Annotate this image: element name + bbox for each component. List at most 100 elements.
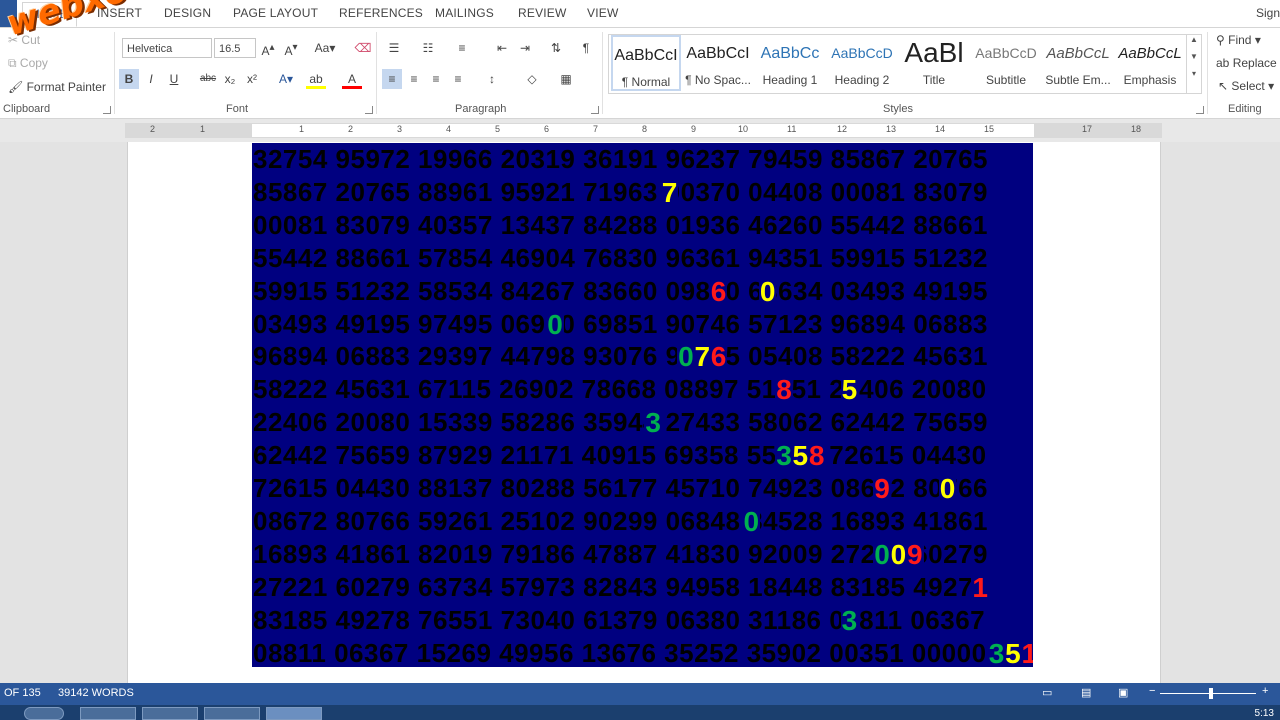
ruler-number: 6 <box>544 124 550 134</box>
style-subtle-emphasis[interactable]: AaBbCcL Subtle Em... <box>1043 35 1113 91</box>
more-icon[interactable]: ▾ <box>1187 69 1201 78</box>
highlighted-digit: 3 <box>987 636 1006 667</box>
underline-button[interactable]: U <box>164 69 184 89</box>
align-center-icon[interactable]: ≡ <box>404 69 424 89</box>
zoom-thumb[interactable] <box>1209 688 1213 699</box>
find-button[interactable]: ⚲ Find ▾ <box>1216 33 1261 47</box>
clipboard-launcher[interactable] <box>103 106 111 114</box>
style-emphasis[interactable]: AaBbCcL Emphasis <box>1115 35 1185 91</box>
multilevel-list-icon[interactable]: ≡ <box>452 38 472 58</box>
ruler-number: 2 <box>348 124 354 134</box>
style-heading-2[interactable]: AaBbCcD Heading 2 <box>827 35 897 91</box>
pilcrow-icon[interactable]: ¶ <box>576 38 596 58</box>
ruler-number: 7 <box>593 124 599 134</box>
shrink-font-button[interactable]: A▾ <box>281 38 301 58</box>
font-name-box[interactable]: Helvetica <box>122 38 212 58</box>
tab-references[interactable]: REFERENCES <box>339 6 423 20</box>
clipboard-group-label: Clipboard <box>3 103 51 115</box>
align-left-icon[interactable]: ≡ <box>382 69 402 89</box>
app-icon[interactable] <box>142 707 198 720</box>
italic-button[interactable]: I <box>141 69 161 89</box>
style-preview: AaBbCcD <box>831 45 893 61</box>
bold-button[interactable]: B <box>119 69 139 89</box>
align-right-icon[interactable]: ≡ <box>426 69 446 89</box>
borders-icon[interactable]: ▦ <box>556 69 576 89</box>
page-count[interactable]: OF 135 <box>4 687 41 699</box>
grid-row: 85867 20765 88961 95921 71963 00370 0440… <box>253 176 988 207</box>
zoom-out-icon[interactable]: − <box>1149 685 1155 697</box>
highlight-icon[interactable]: ab <box>306 69 326 89</box>
bullets-icon[interactable]: ☰ <box>384 38 404 58</box>
copy-button[interactable]: ⧉ Copy <box>8 56 48 71</box>
subscript-button[interactable]: x₂ <box>220 69 240 89</box>
style-normal[interactable]: AaBbCcI ¶ Normal <box>611 35 681 91</box>
explorer-icon[interactable] <box>80 707 136 720</box>
superscript-button[interactable]: x² <box>242 69 262 89</box>
style-heading-1[interactable]: AaBbCc Heading 1 <box>755 35 825 91</box>
ribbon: ✂ Cut ⧉ Copy 🖌 Format Painter Clipboard … <box>0 28 1280 119</box>
select-button[interactable]: ↖ Select ▾ <box>1218 79 1274 93</box>
replace-icon: ab <box>1216 56 1230 70</box>
web-layout-icon[interactable]: ▣ <box>1118 686 1128 699</box>
styles-scroll[interactable]: ▲ ▼ ▾ <box>1186 34 1202 94</box>
tab-view[interactable]: VIEW <box>587 6 618 20</box>
font-color-icon[interactable]: A <box>342 69 362 89</box>
highlighted-digit: 6 <box>709 274 728 308</box>
highlighted-digit: 0 <box>677 340 695 374</box>
grid-row: 62442 75659 87929 21171 40915 69358 5574… <box>253 440 987 471</box>
browser-icon[interactable] <box>204 707 260 720</box>
zoom-in-icon[interactable]: + <box>1262 685 1268 697</box>
ruler-number: 2 <box>150 124 156 134</box>
line-spacing-icon[interactable]: ↕ <box>482 69 502 89</box>
strikethrough-button[interactable]: abc <box>198 69 218 89</box>
style-title[interactable]: AaBl Title <box>899 35 969 91</box>
style-preview: AaBbCcI <box>614 47 678 64</box>
print-layout-icon[interactable]: ▤ <box>1081 686 1091 699</box>
clear-format-icon[interactable]: ⌫ <box>353 38 373 58</box>
chevron-up-icon[interactable]: ▲ <box>1187 35 1201 44</box>
paragraph-launcher[interactable] <box>591 106 599 114</box>
highlighted-digit: 3 <box>840 603 859 637</box>
copy-label: Copy <box>19 56 48 70</box>
style-name: Heading 1 <box>762 73 818 87</box>
read-mode-icon[interactable]: ▭ <box>1042 686 1052 699</box>
change-case-button[interactable]: Aa▾ <box>310 38 340 58</box>
format-painter-button[interactable]: 🖌 Format Painter <box>8 80 106 94</box>
horizontal-ruler[interactable]: 2 1 1 2 3 4 5 6 7 8 9 10 11 12 13 14 15 … <box>125 123 1162 138</box>
replace-button[interactable]: ab Replace <box>1216 56 1277 70</box>
divider <box>602 32 603 114</box>
start-icon[interactable] <box>24 707 64 720</box>
format-painter-label: Format Painter <box>26 80 106 94</box>
highlighted-digit: 5 <box>1004 636 1022 667</box>
tab-review[interactable]: REVIEW <box>518 6 567 20</box>
zoom-slider[interactable] <box>1160 693 1256 694</box>
tab-design[interactable]: DESIGN <box>164 6 211 20</box>
style-preview: AaBbCcD <box>975 45 1037 61</box>
highlighted-digit: 0 <box>889 537 908 571</box>
ruler-number: 3 <box>397 124 403 134</box>
chevron-down-icon[interactable]: ▼ <box>1187 52 1201 61</box>
tab-mailings[interactable]: MAILINGS <box>435 6 494 20</box>
word-count[interactable]: 39142 WORDS <box>58 687 134 699</box>
style-no-spacing[interactable]: AaBbCcI ¶ No Spac... <box>683 35 753 91</box>
highlighted-digit: 8 <box>807 439 826 473</box>
status-bar: OF 135 39142 WORDS ▭ ▤ ▣ − + <box>0 683 1280 705</box>
shading-icon[interactable]: ◇ <box>522 69 542 89</box>
highlighted-digit: 0 <box>546 307 564 341</box>
grid-row: 59915 51232 58534 84267 83660 09870 6363… <box>253 275 988 306</box>
grow-font-button[interactable]: A▴ <box>258 38 278 58</box>
font-launcher[interactable] <box>365 106 373 114</box>
sign-in-link[interactable]: Sign <box>1256 6 1280 20</box>
tab-page-layout[interactable]: PAGE LAYOUT <box>233 6 318 20</box>
text-effects-button[interactable]: A▾ <box>276 69 296 89</box>
font-size-box[interactable]: 16.5 <box>214 38 256 58</box>
increase-indent-icon[interactable]: ⇥ <box>515 38 535 58</box>
style-subtitle[interactable]: AaBbCcD Subtitle <box>971 35 1041 91</box>
style-name: ¶ No Spac... <box>685 73 751 87</box>
word-icon[interactable] <box>266 707 322 720</box>
styles-launcher[interactable] <box>1196 106 1204 114</box>
sort-icon[interactable]: ⇅ <box>546 38 566 58</box>
numbering-icon[interactable]: ☷ <box>418 38 438 58</box>
decrease-indent-icon[interactable]: ⇤ <box>492 38 512 58</box>
justify-icon[interactable]: ≡ <box>448 69 468 89</box>
